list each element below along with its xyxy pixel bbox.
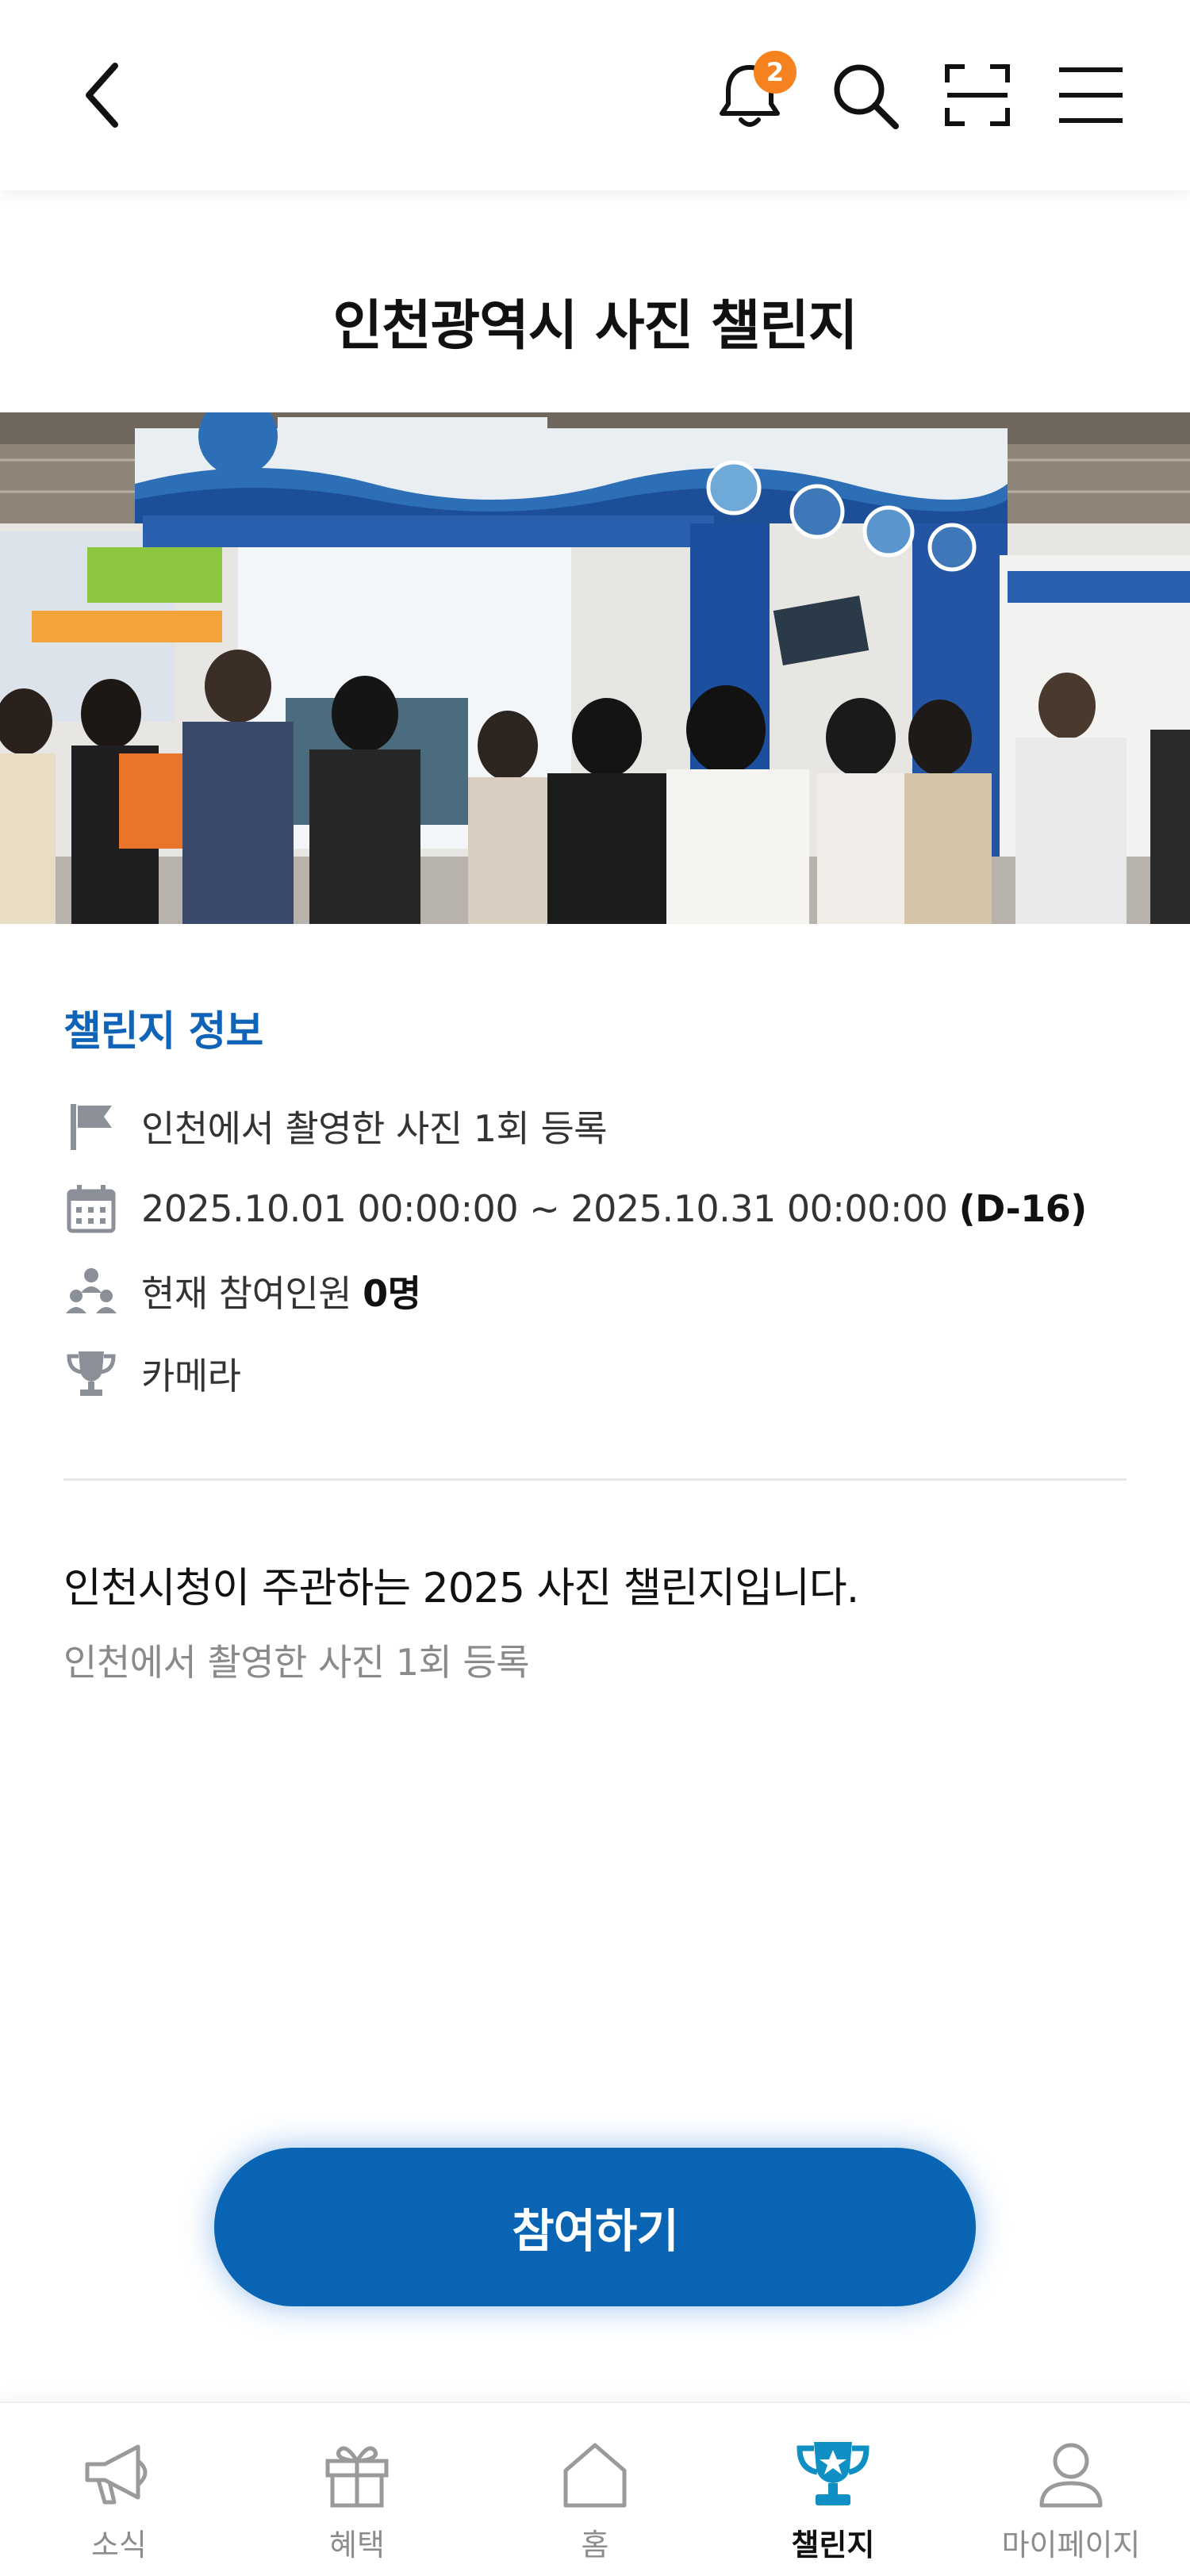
- nav-item-mypage[interactable]: 마이페이지: [952, 2403, 1190, 2576]
- description-subtitle: 인천에서 촬영한 사진 1회 등록: [63, 1641, 530, 1684]
- notification-button[interactable]: 2: [710, 51, 797, 135]
- join-challenge-button[interactable]: 참여하기: [214, 2148, 976, 2306]
- challenge-info-title: 챌린지 정보: [63, 1008, 263, 1056]
- calendar-icon: [63, 1181, 119, 1236]
- description-title: 인천시청이 주관하는 2025 사진 챌린지입니다.: [63, 1565, 859, 1612]
- search-button[interactable]: [825, 56, 904, 135]
- nav-label-challenge: 챌린지: [791, 2528, 875, 2563]
- bottom-navigation: 소식 혜택 홈 챌린지 마이페이지: [0, 2402, 1190, 2576]
- nav-item-challenge[interactable]: 챌린지: [714, 2403, 952, 2576]
- back-button[interactable]: [63, 56, 143, 135]
- top-app-bar: 2: [0, 0, 1190, 190]
- gift-icon: [313, 2435, 401, 2514]
- trophy-icon: [63, 1346, 119, 1401]
- page-title: 인천광역시 사진 챌린지: [332, 295, 858, 358]
- home-icon: [551, 2435, 639, 2514]
- exhibition-booth-photo: [0, 412, 1190, 924]
- hamburger-menu-icon: [1059, 67, 1123, 123]
- nav-label-benefits: 혜택: [329, 2528, 385, 2563]
- scan-button[interactable]: [938, 56, 1017, 135]
- nav-item-news[interactable]: 소식: [0, 2403, 238, 2576]
- mission-text: 인천에서 촬영한 사진 1회 등록: [141, 1107, 608, 1150]
- search-icon: [834, 64, 899, 129]
- challenge-hero-image: [0, 412, 1190, 924]
- participants-count: 0명: [363, 1272, 421, 1315]
- participants-label: 현재 참여인원: [141, 1272, 352, 1315]
- nav-label-news: 소식: [91, 2528, 147, 2563]
- megaphone-icon: [75, 2435, 163, 2514]
- dday-label: (D-16): [958, 1187, 1088, 1230]
- reward-text: 카메라: [141, 1355, 241, 1397]
- section-divider: [63, 1478, 1127, 1481]
- participants-row: 현재 참여인원 0명: [63, 1259, 421, 1323]
- nav-label-mypage: 마이페이지: [1001, 2528, 1141, 2563]
- period-range: 2025.10.01 00:00:00 ~ 2025.10.31 00:00:0…: [141, 1187, 948, 1230]
- nav-label-home: 홈: [581, 2528, 609, 2563]
- scan-icon: [945, 64, 1010, 126]
- nav-item-home[interactable]: 홈: [476, 2403, 714, 2576]
- person-icon: [1027, 2435, 1115, 2514]
- flag-icon: [63, 1098, 119, 1154]
- chevron-left-icon: [86, 63, 118, 128]
- trophy-icon: [789, 2435, 877, 2514]
- participants-text: 현재 참여인원 0명: [141, 1265, 421, 1317]
- people-group-icon: [63, 1263, 119, 1319]
- reward-row: 카메라: [63, 1342, 241, 1405]
- nav-item-benefits[interactable]: 혜택: [238, 2403, 476, 2576]
- menu-button[interactable]: [1051, 56, 1130, 135]
- period-row: 2025.10.01 00:00:00 ~ 2025.10.31 00:00:0…: [63, 1177, 1087, 1240]
- notification-badge: 2: [754, 51, 797, 94]
- period-text: 2025.10.01 00:00:00 ~ 2025.10.31 00:00:0…: [141, 1187, 1087, 1230]
- mission-row: 인천에서 촬영한 사진 1회 등록: [63, 1094, 608, 1158]
